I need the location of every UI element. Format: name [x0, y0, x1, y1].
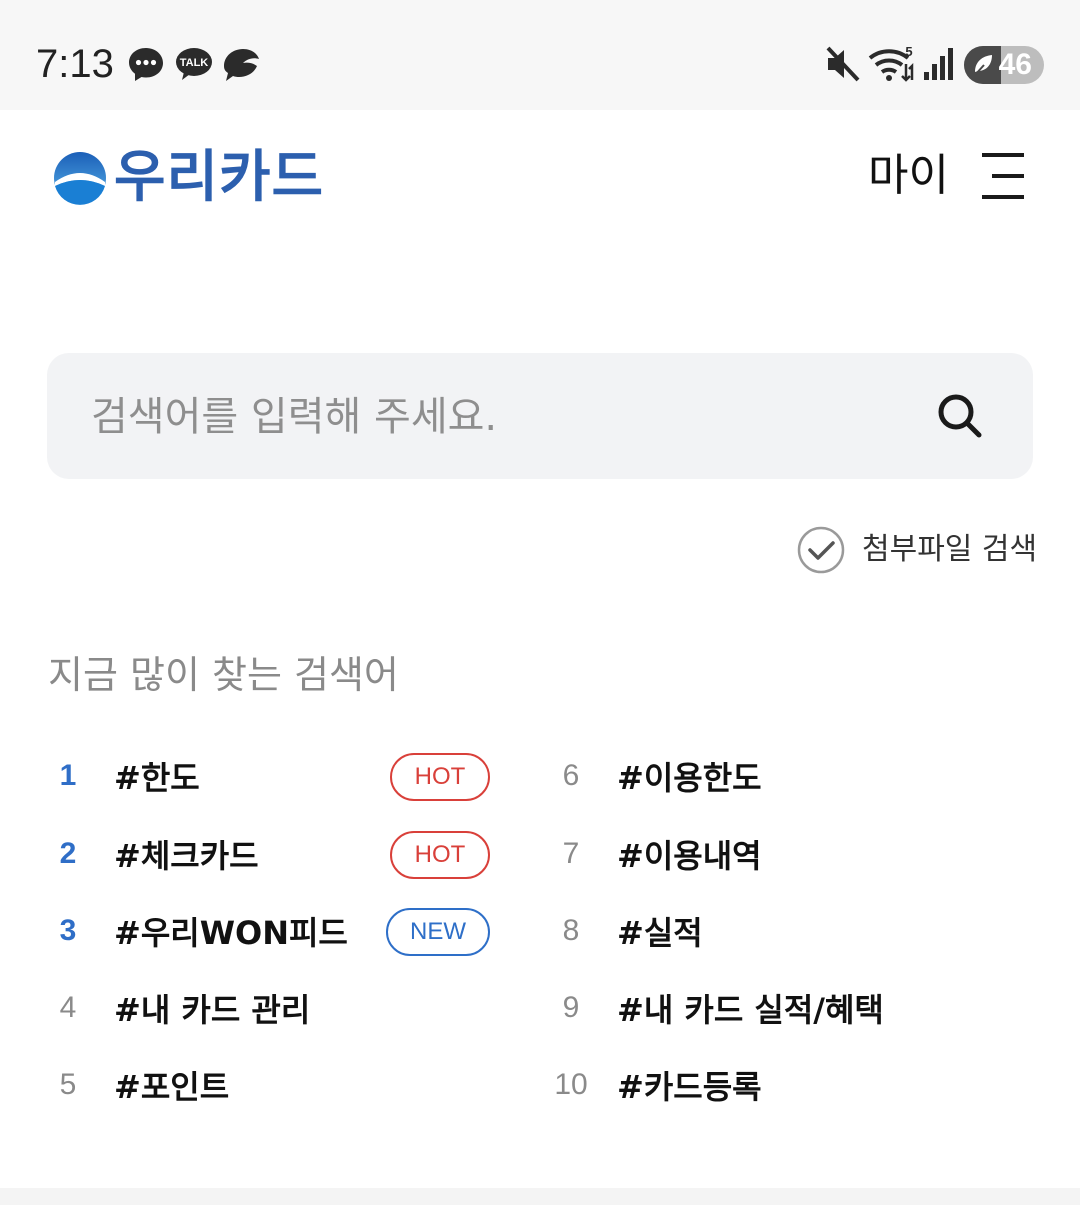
- my-menu-link[interactable]: 마이: [868, 150, 949, 202]
- keyword-text[interactable]: #내 카드 관리: [114, 985, 310, 1031]
- search-box: [47, 353, 1033, 481]
- popular-keywords-title: 지금 많이 찾는 검색어: [48, 653, 399, 697]
- kakaotalk-icon: TALK: [176, 48, 212, 80]
- attachment-search-toggle[interactable]: 첨부파일 검색: [796, 525, 1037, 575]
- keyword-text[interactable]: #이용내역: [617, 831, 762, 877]
- keyword-item[interactable]: 5 #포인트: [38, 1055, 229, 1115]
- keyword-item[interactable]: 7 #이용내역: [541, 824, 762, 884]
- status-bar: 7:13 TALK 5 46: [0, 0, 1080, 110]
- wifi-icon: 5: [868, 44, 914, 82]
- hot-badge: HOT: [390, 753, 490, 801]
- keyword-item[interactable]: 1 #한도: [38, 746, 200, 806]
- logo-text: 우리카드: [114, 145, 325, 210]
- leaf-icon: [224, 49, 259, 81]
- keyword-text[interactable]: #실적: [617, 908, 703, 954]
- messenger-icon: [129, 48, 163, 81]
- keyword-text[interactable]: #우리WON피드: [114, 908, 348, 954]
- section-divider: [0, 1188, 1080, 1205]
- battery-level: 46: [998, 48, 1032, 81]
- keyword-rank: 7: [562, 837, 580, 870]
- keyword-rank: 2: [59, 837, 77, 870]
- keyword-item[interactable]: 10 #카드등록: [541, 1055, 762, 1115]
- keyword-rank: 3: [59, 914, 77, 947]
- keyword-item[interactable]: 4 #내 카드 관리: [38, 978, 311, 1038]
- keyword-rank: 1: [59, 759, 77, 792]
- status-time: 7:13: [36, 42, 114, 86]
- keyword-item[interactable]: 3 #우리WON피드: [38, 901, 348, 961]
- keyword-text[interactable]: #한도: [114, 753, 200, 799]
- keyword-rank: 5: [59, 1068, 77, 1101]
- keyword-rank: 8: [562, 914, 580, 947]
- search-input[interactable]: [89, 353, 913, 481]
- keyword-item[interactable]: 2 #체크카드: [38, 824, 259, 884]
- attachment-search-label: 첨부파일 검색: [862, 532, 1038, 567]
- keyword-text[interactable]: #내 카드 실적/혜택: [617, 985, 884, 1031]
- app-header: 우리카드 마이: [0, 110, 1080, 250]
- keyword-item[interactable]: 6 #이용한도: [541, 746, 762, 806]
- keyword-item[interactable]: 8 #실적: [541, 901, 703, 961]
- search-icon[interactable]: [934, 390, 984, 440]
- keyword-rank: 10: [554, 1068, 588, 1101]
- keyword-item[interactable]: 9 #내 카드 실적/혜택: [541, 978, 884, 1038]
- hamburger-menu-icon[interactable]: [980, 152, 1026, 200]
- battery-indicator: 46: [964, 46, 1044, 84]
- kakao-label: TALK: [180, 57, 209, 69]
- hot-badge: HOT: [390, 831, 490, 879]
- keyword-rank: 4: [59, 991, 77, 1024]
- keyword-rank: 6: [562, 759, 580, 792]
- keyword-text[interactable]: #카드등록: [617, 1062, 762, 1108]
- keyword-rank: 9: [562, 991, 580, 1024]
- keyword-text[interactable]: #이용한도: [617, 753, 762, 799]
- woori-card-logo[interactable]: 우리카드: [52, 148, 324, 208]
- mute-icon: [826, 46, 860, 82]
- keyword-text[interactable]: #포인트: [114, 1062, 229, 1108]
- battery-saver-icon: [974, 55, 992, 76]
- signal-icon: [924, 48, 953, 80]
- wifi-label: 5: [905, 44, 912, 59]
- check-circle-icon[interactable]: [796, 525, 846, 575]
- keyword-text[interactable]: #체크카드: [114, 831, 259, 877]
- new-badge: NEW: [386, 908, 490, 956]
- woori-logo-icon: [54, 152, 106, 205]
